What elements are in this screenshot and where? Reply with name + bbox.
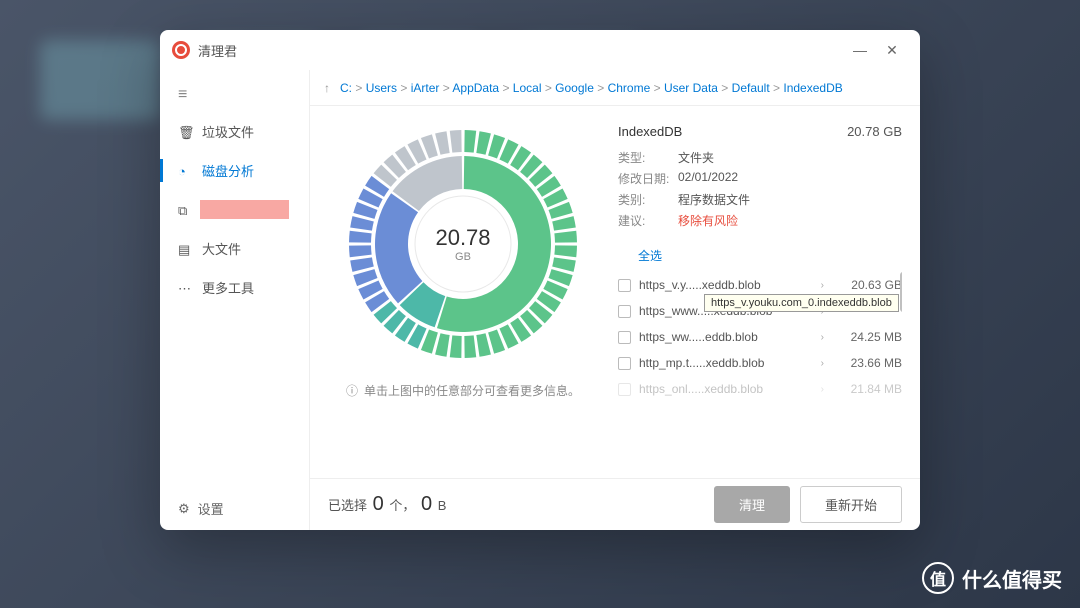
- scrollbar-thumb[interactable]: [900, 272, 902, 312]
- disk-icon: ◔: [178, 164, 192, 178]
- sidebar-item-label: 垃圾文件: [202, 122, 254, 141]
- settings-label: 设置: [198, 499, 224, 518]
- file-checkbox[interactable]: [618, 305, 631, 318]
- settings-button[interactable]: ⚙ 设置: [160, 487, 309, 530]
- sidebar-item-2[interactable]: ⧉ 重复文件: [160, 190, 309, 229]
- breadcrumb-link[interactable]: User Data: [664, 81, 718, 95]
- file-row[interactable]: https_ww.....eddb.blob › 24.25 MB: [618, 324, 902, 350]
- info-row: 类型:文件夹: [618, 149, 902, 166]
- chevron-right-icon: ›: [821, 332, 824, 343]
- chevron-right-icon: ›: [821, 384, 824, 395]
- watermark: 值 什么值得买: [922, 562, 1062, 594]
- footer: 已选择 0 个， 0 B 清理 重新开始: [310, 478, 920, 530]
- breadcrumb: ↑ C: > Users > iArter > AppData > Local …: [310, 70, 920, 106]
- trash-icon: 🗑: [178, 125, 192, 139]
- breadcrumb-link[interactable]: iArter: [411, 81, 440, 95]
- file-name: https_v.y.....xeddb.blob: [639, 278, 813, 292]
- chevron-right-icon: ›: [821, 358, 824, 369]
- file-size: 21.84 MB: [832, 382, 902, 396]
- breadcrumb-link[interactable]: C:: [340, 81, 352, 95]
- file-checkbox[interactable]: [618, 279, 631, 292]
- breadcrumb-link[interactable]: Users: [366, 81, 397, 95]
- sidebar-item-label: 更多工具: [202, 278, 254, 297]
- file-size: 23.66 MB: [832, 356, 902, 370]
- gear-icon: ⚙: [178, 501, 190, 517]
- watermark-icon: 值: [922, 562, 954, 594]
- app-window: 清理君 — ✕ ≡ 🗑垃圾文件◔磁盘分析⧉重复文件▤大文件⋯更多工具 ⚙ 设置 …: [160, 30, 920, 530]
- app-logo-icon: [172, 41, 190, 59]
- file-name: https_ww.....eddb.blob: [639, 330, 813, 344]
- disk-donut-chart[interactable]: 20.78 GB: [343, 124, 583, 364]
- breadcrumb-link[interactable]: Chrome: [608, 81, 651, 95]
- breadcrumb-link[interactable]: Google: [555, 81, 594, 95]
- info-row: 建议:移除有风险: [618, 212, 902, 229]
- chevron-right-icon: ›: [821, 280, 824, 291]
- folder-name: IndexedDB: [618, 124, 682, 139]
- info-row: 修改日期:02/01/2022: [618, 170, 902, 187]
- breadcrumb-link[interactable]: AppData: [452, 81, 499, 95]
- file-row[interactable]: https_onl.....xeddb.blob › 21.84 MB: [618, 376, 902, 402]
- file-name: http_mp.t.....xeddb.blob: [639, 356, 813, 370]
- sidebar-item-1[interactable]: ◔ 磁盘分析: [160, 151, 309, 190]
- file-checkbox[interactable]: [618, 383, 631, 396]
- file-list: https_v.youku.com_0.indexeddb.blob https…: [618, 272, 902, 460]
- breadcrumb-link[interactable]: Local: [513, 81, 542, 95]
- file-checkbox[interactable]: [618, 357, 631, 370]
- chart-hint: ⓘ 单击上图中的任意部分可查看更多信息。: [346, 382, 580, 399]
- file-size: 24.25 MB: [832, 330, 902, 344]
- info-row: 类别:程序数据文件: [618, 191, 902, 208]
- sidebar-item-label: 磁盘分析: [202, 161, 254, 180]
- breadcrumb-link[interactable]: Default: [732, 81, 770, 95]
- sidebar-item-label: 大文件: [202, 239, 241, 258]
- hamburger-icon[interactable]: ≡: [160, 78, 309, 112]
- file-row[interactable]: http_mp.t.....xeddb.blob › 23.66 MB: [618, 350, 902, 376]
- file-checkbox[interactable]: [618, 331, 631, 344]
- sidebar-item-4[interactable]: ⋯ 更多工具: [160, 268, 309, 307]
- sidebar-item-label: 重复文件: [202, 200, 254, 219]
- breadcrumb-up-icon[interactable]: ↑: [324, 81, 330, 95]
- restart-button[interactable]: 重新开始: [800, 486, 902, 523]
- file-size: 20.63 GB: [832, 278, 902, 292]
- file-name: https_onl.....xeddb.blob: [639, 382, 813, 396]
- clean-button[interactable]: 清理: [714, 486, 790, 523]
- info-icon: ⓘ: [346, 382, 358, 399]
- selection-summary: 已选择 0 个， 0 B: [328, 493, 446, 516]
- sidebar-item-3[interactable]: ▤ 大文件: [160, 229, 309, 268]
- select-all-link[interactable]: 全选: [638, 247, 902, 264]
- breadcrumb-link[interactable]: IndexedDB: [783, 81, 842, 95]
- file-tooltip: https_v.youku.com_0.indexeddb.blob: [704, 294, 899, 312]
- folder-size: 20.78 GB: [847, 124, 902, 139]
- sidebar: ≡ 🗑 垃圾文件 ◔ 磁盘分析 ⧉ 重复文件 ▤ 大文件 ⋯ 更多工具 ⚙ 设置: [160, 70, 310, 530]
- duplicate-icon: ⧉: [178, 203, 192, 217]
- titlebar: 清理君 — ✕: [160, 30, 920, 70]
- app-title: 清理君: [198, 41, 237, 60]
- more-icon: ⋯: [178, 281, 192, 295]
- sidebar-item-0[interactable]: 🗑 垃圾文件: [160, 112, 309, 151]
- donut-center: 20.78 GB: [435, 225, 490, 263]
- minimize-button[interactable]: —: [844, 34, 876, 66]
- close-button[interactable]: ✕: [876, 34, 908, 66]
- large-file-icon: ▤: [178, 242, 192, 256]
